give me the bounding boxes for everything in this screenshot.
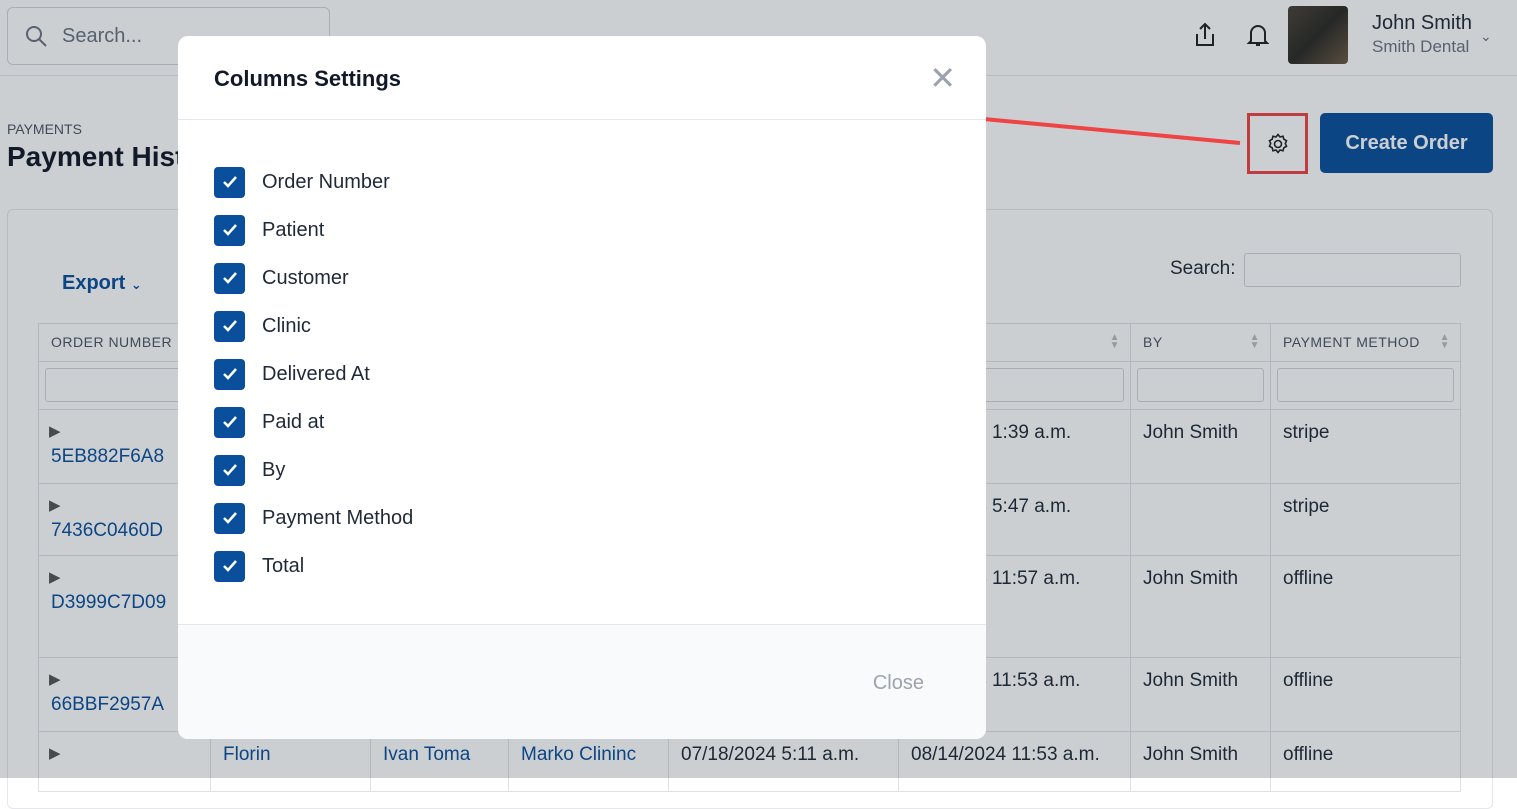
column-option[interactable]: Total	[214, 542, 950, 590]
column-option[interactable]: Paid at	[214, 398, 950, 446]
column-option-label: Customer	[262, 266, 349, 289]
check-icon	[222, 464, 237, 476]
columns-settings-modal: Columns Settings ✕ Order Number Patient Cu…	[178, 36, 986, 739]
column-option[interactable]: By	[214, 446, 950, 494]
column-option[interactable]: Customer	[214, 254, 950, 302]
close-button[interactable]: Close	[873, 672, 924, 695]
check-icon	[222, 224, 237, 236]
column-option[interactable]: Clinic	[214, 302, 950, 350]
check-icon	[222, 368, 237, 380]
checkbox[interactable]	[214, 358, 245, 390]
checkbox[interactable]	[214, 310, 245, 342]
column-option-label: Payment Method	[262, 506, 414, 529]
column-option-label: Clinic	[262, 314, 311, 337]
checkbox[interactable]	[214, 502, 245, 534]
column-option-label: Order Number	[262, 170, 390, 193]
column-option[interactable]: Patient	[214, 206, 950, 254]
check-icon	[222, 176, 237, 188]
check-icon	[222, 560, 237, 572]
modal-title: Columns Settings	[214, 66, 402, 91]
checkbox[interactable]	[214, 550, 245, 582]
column-option[interactable]: Delivered At	[214, 350, 950, 398]
check-icon	[222, 272, 237, 284]
checkbox[interactable]	[214, 166, 245, 198]
checkbox[interactable]	[214, 214, 245, 246]
column-option[interactable]: Order Number	[214, 158, 950, 206]
checkbox[interactable]	[214, 454, 245, 486]
check-icon	[222, 320, 237, 332]
column-option-label: By	[262, 458, 286, 481]
column-option-label: Patient	[262, 218, 325, 241]
column-option-label: Total	[262, 554, 305, 577]
column-option-label: Paid at	[262, 410, 325, 433]
checkbox[interactable]	[214, 406, 245, 438]
check-icon	[222, 512, 237, 524]
column-option[interactable]: Payment Method	[214, 494, 950, 542]
close-icon[interactable]: ✕	[929, 62, 956, 94]
check-icon	[222, 416, 237, 428]
column-option-label: Delivered At	[262, 362, 370, 385]
checkbox[interactable]	[214, 262, 245, 294]
